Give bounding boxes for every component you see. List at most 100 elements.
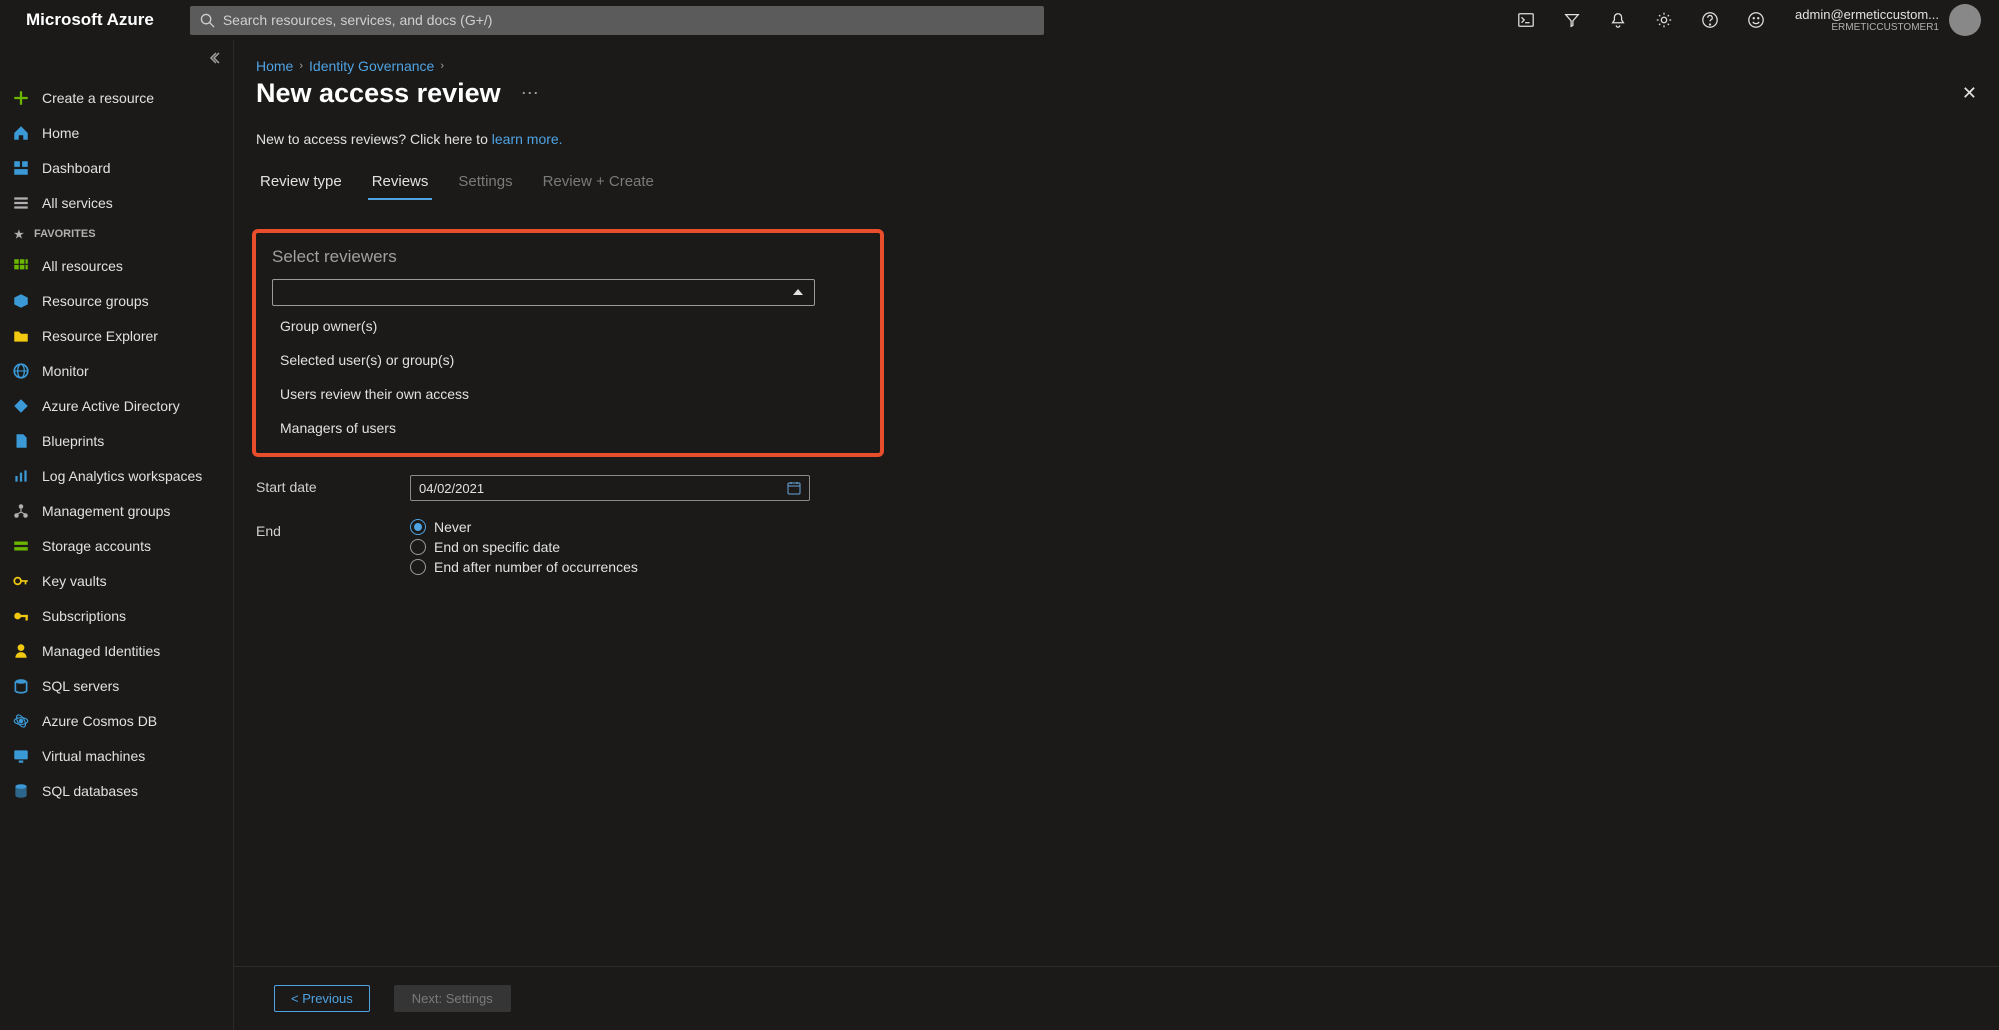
avatar[interactable] — [1949, 4, 1981, 36]
cloud-shell-icon[interactable] — [1505, 0, 1547, 40]
sidebar-item-label: Key vaults — [42, 573, 107, 589]
learn-more-link[interactable]: learn more. — [492, 131, 563, 147]
radio-label: End on specific date — [434, 539, 560, 555]
brand: Microsoft Azure — [8, 10, 172, 30]
page-title: New access review — [256, 78, 501, 109]
search-icon — [200, 13, 215, 28]
end-option-never[interactable]: Never — [410, 519, 810, 535]
sidebar-item-create-a-resource[interactable]: Create a resource — [0, 80, 233, 115]
sidebar-item-label: Azure Active Directory — [42, 398, 180, 414]
sidebar-item-label: All services — [42, 195, 113, 211]
breadcrumb: Home › Identity Governance › — [234, 40, 1999, 74]
sidebar-item-label: Management groups — [42, 503, 170, 519]
sidebar-item-key-vaults[interactable]: Key vaults — [0, 563, 233, 598]
cube-icon — [12, 292, 30, 310]
star-icon: ★ — [14, 228, 24, 241]
end-option-end-after-number-of-occurrences[interactable]: End after number of occurrences — [410, 559, 810, 575]
account-tenant: ERMETICCUSTOMER1 — [1795, 22, 1939, 33]
top-bar: Microsoft Azure admin@ermeticcustom... E… — [0, 0, 1999, 40]
chevron-up-icon — [791, 285, 805, 304]
sidebar-item-label: Home — [42, 125, 79, 141]
help-icon[interactable] — [1689, 0, 1731, 40]
tab-review-type[interactable]: Review type — [256, 165, 346, 200]
favorites-header: ★ FAVORITES — [0, 220, 233, 248]
plus-icon — [12, 89, 30, 107]
keysolid-icon — [12, 607, 30, 625]
start-date-label: Start date — [256, 475, 410, 495]
sidebar-item-management-groups[interactable]: Management groups — [0, 493, 233, 528]
sidebar-item-label: SQL servers — [42, 678, 119, 694]
sidebar-item-all-services[interactable]: All services — [0, 185, 233, 220]
sidebar-item-monitor[interactable]: Monitor — [0, 353, 233, 388]
account-block[interactable]: admin@ermeticcustom... ERMETICCUSTOMER1 — [1777, 4, 1991, 36]
wizard-tabs: Review type Reviews Settings Review + Creat… — [234, 165, 1999, 201]
sidebar-item-azure-active-directory[interactable]: Azure Active Directory — [0, 388, 233, 423]
sidebar-item-label: Create a resource — [42, 90, 154, 106]
main-content: Home › Identity Governance › New access … — [234, 40, 1999, 1030]
breadcrumb-identity-governance[interactable]: Identity Governance — [309, 58, 434, 74]
next-button[interactable]: Next: Settings — [394, 985, 511, 1012]
sidebar-item-log-analytics-workspaces[interactable]: Log Analytics workspaces — [0, 458, 233, 493]
reviewers-dropdown-list: Group owner(s)Selected user(s) or group(… — [272, 308, 864, 445]
more-menu-icon[interactable]: ⋯ — [521, 83, 539, 104]
global-search-input[interactable] — [223, 12, 1034, 28]
topbar-icons — [1505, 0, 1777, 40]
previous-button[interactable]: < Previous — [274, 985, 370, 1012]
analytics-icon — [12, 467, 30, 485]
sidebar-item-label: Virtual machines — [42, 748, 145, 764]
sidebar-item-label: Log Analytics workspaces — [42, 468, 202, 484]
sidebar-item-home[interactable]: Home — [0, 115, 233, 150]
breadcrumb-home[interactable]: Home — [256, 58, 293, 74]
sidebar-item-label: Resource Explorer — [42, 328, 158, 344]
radio-label: Never — [434, 519, 471, 535]
reviewers-option-users-review-their-own-access[interactable]: Users review their own access — [272, 377, 864, 411]
sidebar-item-virtual-machines[interactable]: Virtual machines — [0, 738, 233, 773]
reviewers-option-selected-user-s-or-group-s-[interactable]: Selected user(s) or group(s) — [272, 343, 864, 377]
feedback-icon[interactable] — [1735, 0, 1777, 40]
tab-review-create[interactable]: Review + Create — [539, 165, 658, 200]
end-option-end-on-specific-date[interactable]: End on specific date — [410, 539, 810, 555]
collapse-sidebar-button[interactable] — [207, 50, 223, 71]
select-reviewers-label: Select reviewers — [272, 247, 864, 267]
sidebar-item-dashboard[interactable]: Dashboard — [0, 150, 233, 185]
reviewers-dropdown-input[interactable] — [272, 279, 815, 306]
doc-icon — [12, 432, 30, 450]
directory-filter-icon[interactable] — [1551, 0, 1593, 40]
list-icon — [12, 194, 30, 212]
diamond-icon — [12, 397, 30, 415]
sidebar-item-subscriptions[interactable]: Subscriptions — [0, 598, 233, 633]
reviewers-option-group-owner-s-[interactable]: Group owner(s) — [272, 309, 864, 343]
reviewers-dropdown[interactable] — [272, 279, 815, 306]
sidebar-item-resource-groups[interactable]: Resource groups — [0, 283, 233, 318]
sqldb-icon — [12, 782, 30, 800]
wizard-footer: < Previous Next: Settings — [234, 966, 1999, 1030]
sidebar-item-resource-explorer[interactable]: Resource Explorer — [0, 318, 233, 353]
sidebar-item-sql-servers[interactable]: SQL servers — [0, 668, 233, 703]
global-search[interactable] — [190, 6, 1044, 35]
storage-icon — [12, 537, 30, 555]
notifications-icon[interactable] — [1597, 0, 1639, 40]
settings-icon[interactable] — [1643, 0, 1685, 40]
chevron-right-icon: › — [299, 60, 303, 72]
sidebar-item-storage-accounts[interactable]: Storage accounts — [0, 528, 233, 563]
tab-reviews[interactable]: Reviews — [368, 165, 433, 200]
globe-icon — [12, 362, 30, 380]
sidebar-item-azure-cosmos-db[interactable]: Azure Cosmos DB — [0, 703, 233, 738]
folder-icon — [12, 327, 30, 345]
close-blade-button[interactable]: ✕ — [1962, 83, 1977, 104]
radio-icon — [410, 559, 426, 575]
sidebar-item-blueprints[interactable]: Blueprints — [0, 423, 233, 458]
sidebar-item-managed-identities[interactable]: Managed Identities — [0, 633, 233, 668]
sidebar-item-all-resources[interactable]: All resources — [0, 248, 233, 283]
start-date-input[interactable]: 04/02/2021 — [410, 475, 810, 501]
radio-icon — [410, 539, 426, 555]
reviewers-option-managers-of-users[interactable]: Managers of users — [272, 411, 864, 445]
end-label: End — [256, 519, 410, 539]
radio-label: End after number of occurrences — [434, 559, 638, 575]
tab-settings[interactable]: Settings — [454, 165, 516, 200]
identity-icon — [12, 642, 30, 660]
select-reviewers-section: Select reviewers Group owner(s)Selected … — [252, 229, 884, 457]
start-date-value: 04/02/2021 — [419, 481, 484, 496]
sidebar-item-sql-databases[interactable]: SQL databases — [0, 773, 233, 808]
sidebar: Create a resource Home Dashboard All servic… — [0, 40, 234, 1030]
